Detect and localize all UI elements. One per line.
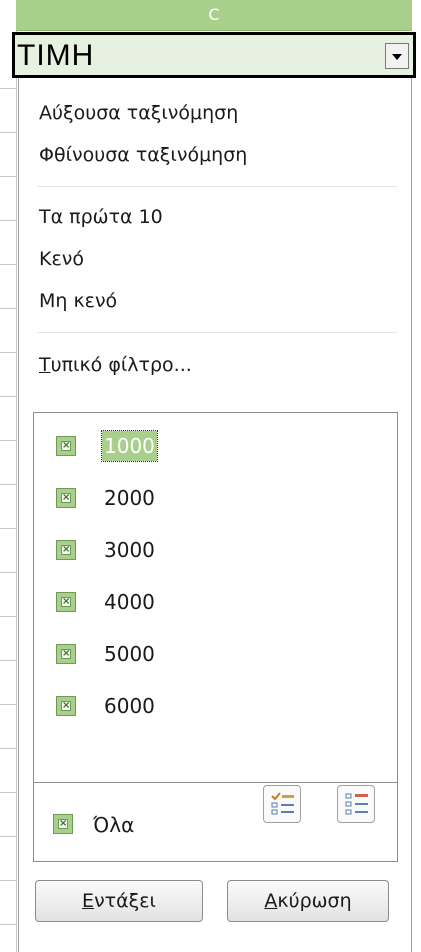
row-divider: [0, 792, 16, 793]
row-divider: [0, 176, 16, 177]
sort-ascending-label: Αύξουσα ταξινόμηση: [39, 102, 239, 124]
sort-ascending-item[interactable]: Αύξουσα ταξινόμηση: [39, 102, 238, 124]
value-label: 6000: [104, 694, 155, 718]
ok-mnemonic: Ε: [82, 890, 95, 912]
row-divider: [0, 528, 16, 529]
row-divider: [0, 220, 16, 221]
checkbox-checked-icon[interactable]: ×: [56, 592, 76, 612]
checkbox-checked-icon[interactable]: ×: [56, 488, 76, 508]
autofilter-popup: Αύξουσα ταξινόμηση Φθίνουσα ταξινόμηση Τ…: [18, 78, 412, 952]
list-footer-divider: [33, 782, 398, 783]
value-label: 4000: [104, 590, 155, 614]
spreadsheet-row-area: [0, 0, 17, 952]
empty-item[interactable]: Κενό: [39, 248, 84, 270]
value-label: 2000: [104, 486, 155, 510]
ok-label: ντάξει: [94, 890, 156, 912]
header-cell-text: ΤΙΜΗ: [17, 39, 95, 72]
row-divider: [0, 352, 16, 353]
checkbox-checked-icon[interactable]: ×: [56, 696, 76, 716]
row-divider: [0, 836, 16, 837]
checkbox-checked-icon[interactable]: ×: [53, 814, 73, 834]
row-divider: [0, 132, 16, 133]
select-all-button[interactable]: [263, 785, 301, 823]
cancel-label: κύρωση: [277, 890, 352, 912]
standard-filter-item[interactable]: Τυπικό φίλτρο...: [39, 354, 192, 376]
checkbox-checked-icon[interactable]: ×: [56, 436, 76, 456]
standard-filter-label: υπικό φίλτρο...: [50, 354, 192, 376]
ok-button[interactable]: Εντάξει: [35, 880, 203, 922]
value-label: 1000: [101, 430, 158, 462]
select-all-icon: [271, 792, 294, 815]
column-header[interactable]: C: [16, 0, 412, 31]
header-cell[interactable]: ΤΙΜΗ: [12, 32, 416, 78]
column-letter: C: [208, 5, 220, 24]
empty-label: Κενό: [39, 248, 84, 270]
deselect-all-button[interactable]: [337, 785, 375, 823]
not-empty-label: Μη κενό: [39, 290, 118, 312]
sort-descending-item[interactable]: Φθίνουσα ταξινόμηση: [39, 144, 247, 166]
row-divider: [0, 308, 16, 309]
autofilter-dropdown-button[interactable]: [385, 43, 409, 69]
top-10-label: Τα πρώτα 10: [39, 206, 163, 228]
sheet-right-edge: [412, 0, 421, 952]
row-divider: [0, 880, 16, 881]
row-divider: [0, 484, 16, 485]
row-divider: [0, 88, 16, 89]
standard-filter-mnemonic: Τ: [39, 354, 51, 376]
row-divider: [0, 572, 16, 573]
row-divider: [0, 924, 16, 925]
top-10-item[interactable]: Τα πρώτα 10: [39, 206, 163, 228]
menu-separator: [37, 332, 397, 333]
cancel-mnemonic: Α: [264, 890, 278, 912]
value-label: 5000: [104, 642, 155, 666]
row-divider: [0, 616, 16, 617]
row-divider: [0, 748, 16, 749]
all-label: Όλα: [93, 813, 135, 837]
deselect-all-icon: [345, 793, 368, 815]
not-empty-item[interactable]: Μη κενό: [39, 290, 117, 312]
value-label: 3000: [104, 538, 155, 562]
row-divider: [0, 440, 16, 441]
sort-descending-label: Φθίνουσα ταξινόμηση: [39, 144, 248, 166]
menu-separator: [37, 186, 397, 187]
checkbox-checked-icon[interactable]: ×: [56, 644, 76, 664]
cancel-button[interactable]: Ακύρωση: [227, 880, 389, 922]
row-divider: [0, 396, 16, 397]
row-divider: [0, 704, 16, 705]
row-divider: [0, 264, 16, 265]
row-divider: [0, 660, 16, 661]
chevron-down-icon: [392, 54, 402, 60]
checkbox-checked-icon[interactable]: ×: [56, 540, 76, 560]
